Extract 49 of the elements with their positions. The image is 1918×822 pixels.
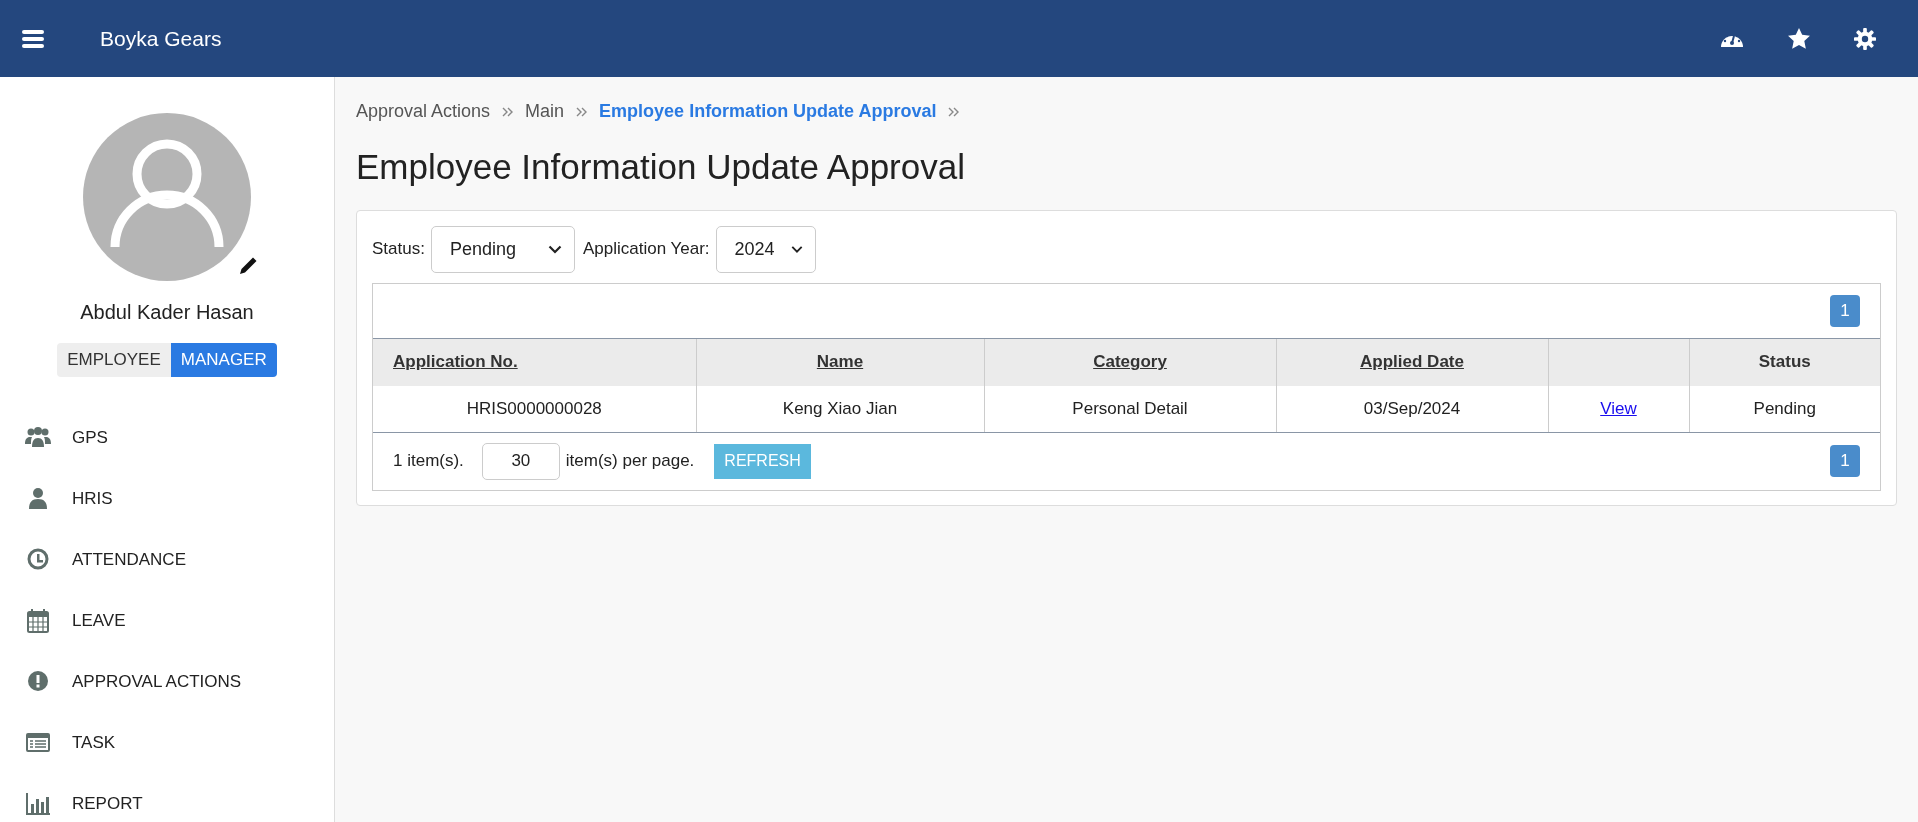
settings-icon[interactable] (1854, 27, 1876, 50)
sidebar-item[interactable]: TASK (0, 712, 334, 773)
column-header[interactable]: Application No. (373, 338, 696, 386)
role-toggle[interactable]: EMPLOYEE (57, 343, 171, 377)
breadcrumb-link[interactable]: Employee Information Update Approval (599, 98, 937, 125)
sidebar-item[interactable]: APPROVAL ACTIONS (0, 651, 334, 712)
table-cell: Keng Xiao Jian (782, 398, 898, 418)
role-toggle[interactable]: MANAGER (170, 343, 277, 377)
list-icon (24, 730, 52, 755)
column-header: Status (1689, 338, 1880, 386)
chevron-icon (502, 106, 514, 117)
bar-chart-icon (24, 791, 52, 816)
page-button[interactable]: 1 (1830, 445, 1860, 477)
calendar-icon (24, 608, 52, 633)
chevron-icon (948, 106, 960, 117)
page-button[interactable]: 1 (1830, 294, 1860, 327)
chevron-icon (576, 106, 588, 117)
brand-name[interactable]: Boyka Gears (100, 22, 222, 55)
table-cell: HRIS0000000028 (466, 398, 602, 418)
filter-label: Status: (372, 238, 425, 261)
menu-icon[interactable] (22, 29, 44, 48)
sidebar-item[interactable]: HRIS (0, 468, 334, 529)
breadcrumb-link[interactable]: Approval Actions (356, 98, 491, 125)
column-header[interactable]: Applied Date (1276, 338, 1548, 386)
page-title: Employee Information Update Approval (356, 146, 966, 188)
sidebar-item[interactable]: ATTENDANCE (0, 529, 334, 590)
sidebar-item[interactable]: GPS (0, 407, 334, 468)
table-cell: Pending (1753, 398, 1816, 418)
pencil-icon[interactable] (239, 255, 259, 275)
dropdown[interactable]: Pending (430, 225, 575, 273)
per-page-label: item(s) per page. (565, 450, 695, 473)
users-icon (24, 425, 52, 450)
item-count: 1 item(s). (393, 450, 464, 473)
sidebar-item[interactable]: LEAVE (0, 590, 334, 651)
dropdown[interactable]: 2024 (715, 225, 816, 273)
column-header[interactable]: Name (696, 338, 984, 386)
sidebar-item[interactable]: REPORT (0, 773, 334, 822)
star-icon[interactable] (1788, 28, 1810, 49)
filter-label: Application Year: (582, 238, 710, 261)
column-header[interactable]: Category (984, 338, 1276, 386)
table-cell: 03/Sep/2024 (1363, 398, 1461, 418)
page-size-field[interactable]: 30 (481, 442, 560, 480)
table-cell: Personal Detail (1072, 398, 1188, 418)
view-link[interactable]: View (1600, 398, 1637, 418)
chevron-down-icon (547, 244, 562, 254)
chevron-down-icon (790, 244, 803, 254)
user-name: Abdul Kader Hasan (80, 300, 254, 325)
avatar-icon (83, 113, 251, 281)
breadcrumb-link[interactable]: Main (525, 98, 565, 125)
